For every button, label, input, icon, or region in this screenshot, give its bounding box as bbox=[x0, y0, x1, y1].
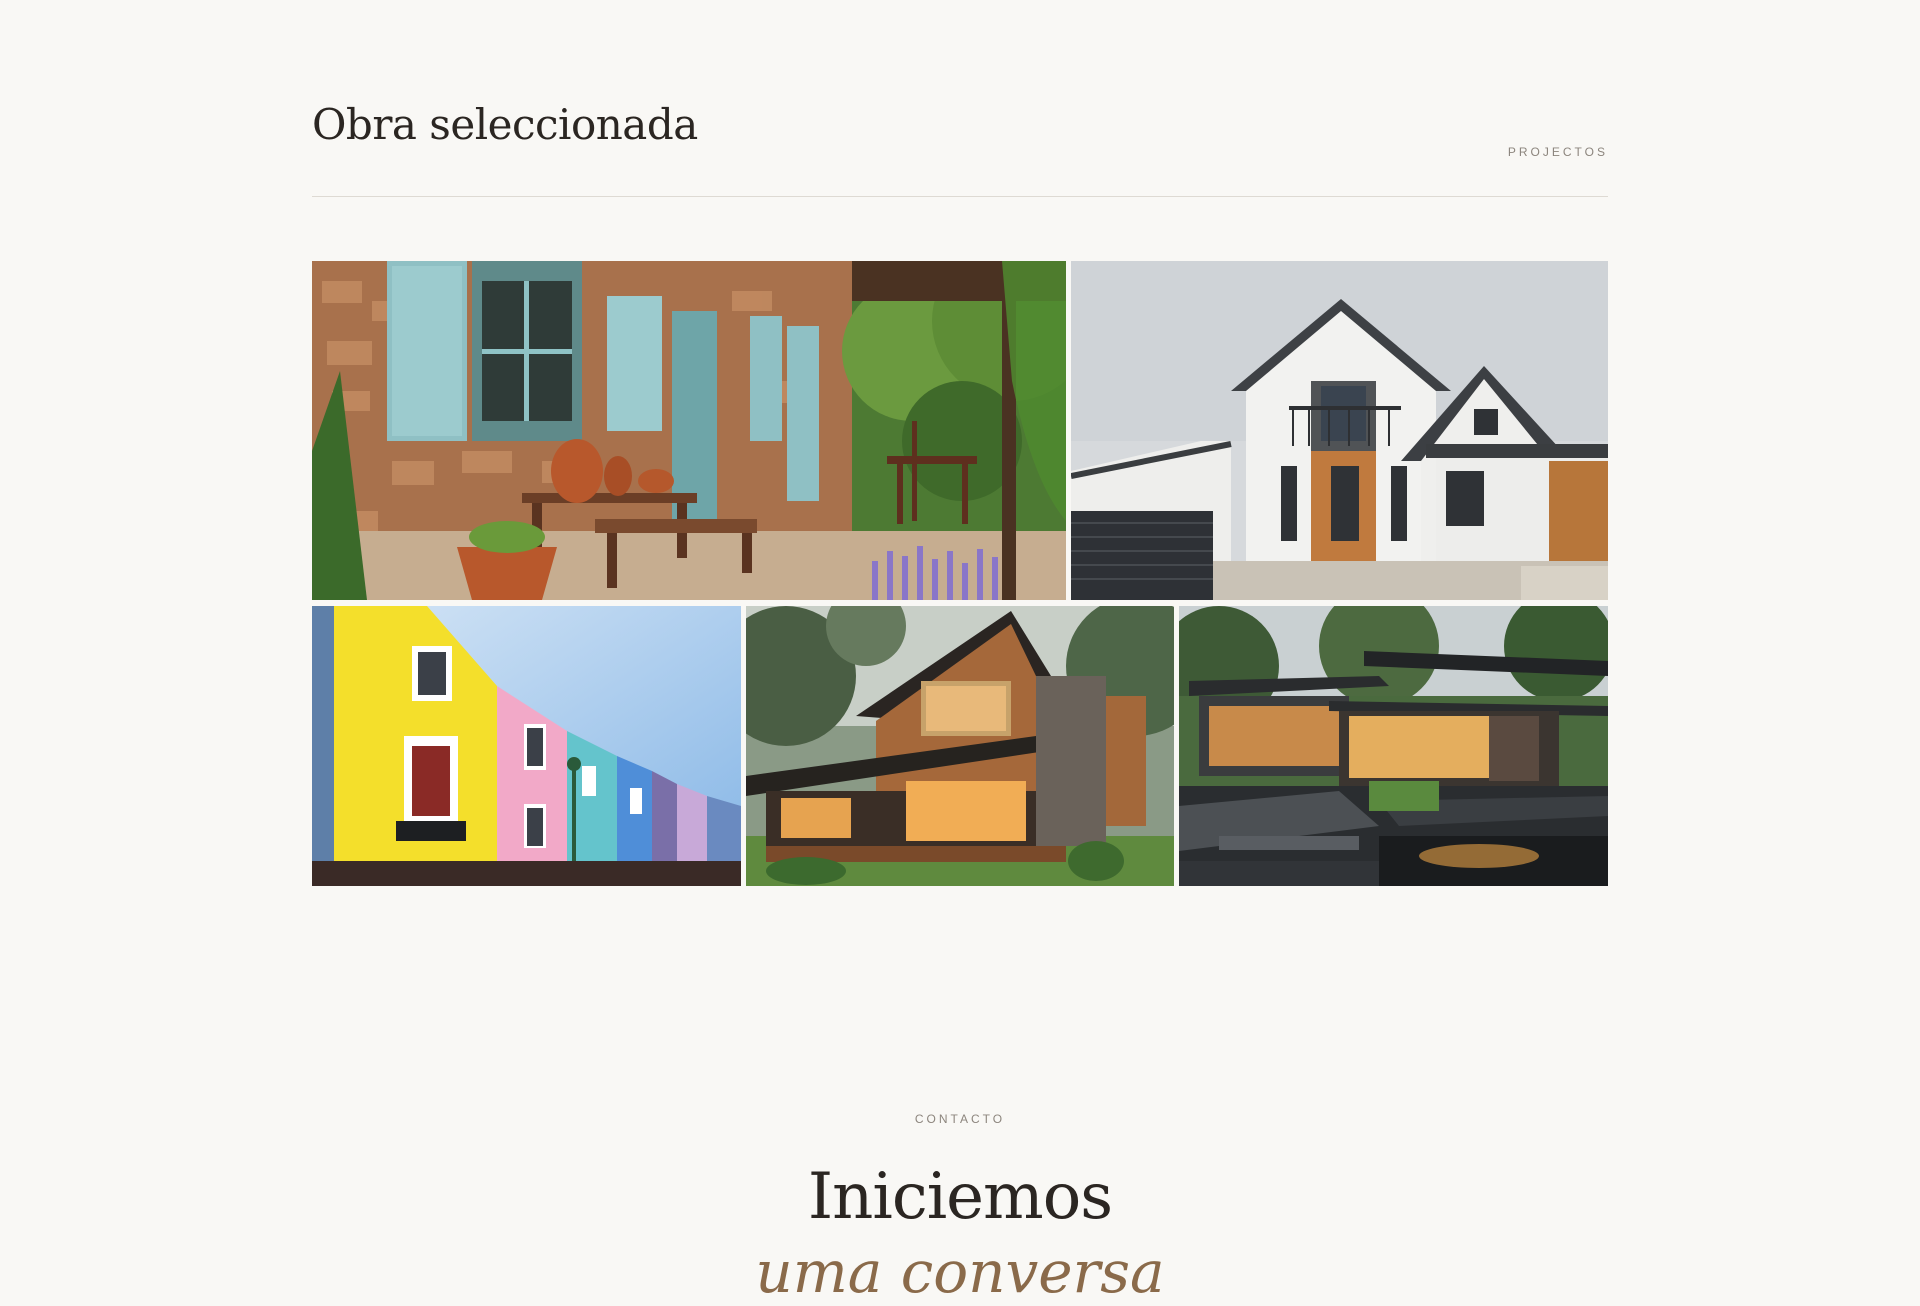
project-image-white-house[interactable] bbox=[1071, 261, 1608, 600]
timber-house-image bbox=[746, 606, 1174, 886]
project-image-glass-pavilion[interactable] bbox=[1179, 606, 1608, 886]
contact-subtitle: uma conversa bbox=[755, 1238, 1165, 1306]
white-house-image bbox=[1071, 261, 1608, 600]
project-image-colourful-terrace[interactable] bbox=[312, 606, 741, 886]
glass-pavilion-image bbox=[1179, 606, 1608, 886]
project-image-rustic-cottage[interactable] bbox=[312, 261, 1066, 600]
contact-tag: CONTACTO bbox=[914, 1112, 1006, 1126]
projects-header: Obra seleccionada PROJECTOS bbox=[312, 96, 1608, 197]
colourful-terrace-image bbox=[312, 606, 741, 886]
projects-gallery bbox=[312, 261, 1608, 886]
projects-title: Obra seleccionada bbox=[312, 100, 698, 149]
project-image-timber-house[interactable] bbox=[746, 606, 1174, 886]
rustic-cottage-image bbox=[312, 261, 1066, 600]
projects-tag: PROJECTOS bbox=[1507, 145, 1608, 159]
contact-title: Iniciemos bbox=[807, 1160, 1113, 1234]
